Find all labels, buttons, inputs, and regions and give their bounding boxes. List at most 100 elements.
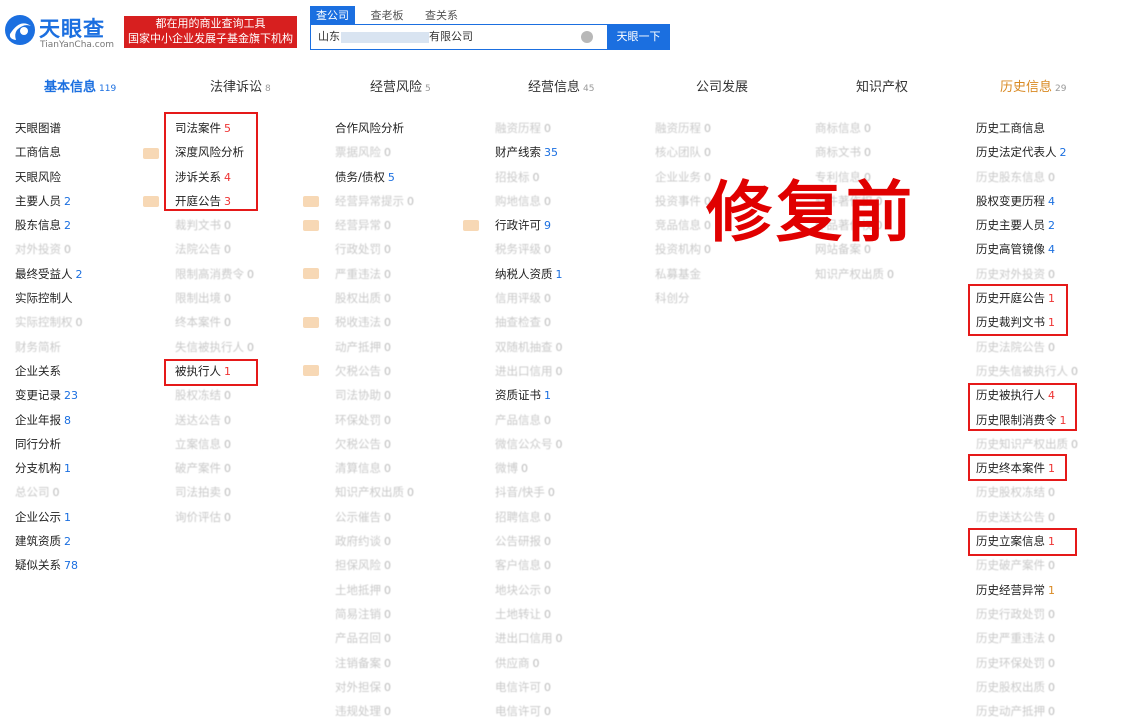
- tab-search-boss[interactable]: 查老板: [365, 6, 410, 24]
- new-tag-icon: [463, 220, 479, 231]
- menu-item-label: 股权出质: [335, 291, 381, 306]
- menu-item[interactable]: 实际控制人: [15, 290, 83, 314]
- tab-operating-risk[interactable]: 经营风险 5: [370, 76, 431, 95]
- menu-item-label: 历史股权出质: [976, 679, 1045, 694]
- search-input[interactable]: 山东 有限公司: [310, 24, 608, 50]
- menu-item-label: 司法拍卖: [175, 485, 221, 500]
- menu-item[interactable]: 历史法定代表人 2: [976, 144, 1078, 168]
- clear-search-icon[interactable]: [581, 31, 593, 43]
- menu-item[interactable]: 变更记录 23: [15, 387, 83, 411]
- menu-item-label: 清算信息: [335, 461, 381, 476]
- menu-item-count: 0: [544, 535, 551, 549]
- tab-label: 经营风险: [370, 80, 423, 95]
- menu-item-label: 限制高消费令: [175, 266, 244, 281]
- menu-item[interactable]: 疑似关系 78: [15, 557, 83, 581]
- menu-item-count: 1: [1048, 583, 1055, 597]
- menu-item-label: 总公司: [15, 485, 50, 500]
- menu-item-label: 询价评估: [175, 509, 221, 524]
- slogan-banner[interactable]: 都在用的商业查询工具 国家中小企业发展子基金旗下机构: [124, 16, 297, 48]
- section-nav: 基本信息 119 法律诉讼 8 经营风险 5 经营信息 45 公司发展 知识产权 历史信…: [0, 76, 1128, 100]
- menu-item: 财务简析: [15, 339, 83, 363]
- highlight-history-final: [968, 454, 1067, 481]
- menu-item-count: 0: [384, 316, 391, 330]
- menu-item-label: 工商信息: [15, 145, 61, 160]
- menu-item-count: 0: [544, 194, 551, 208]
- tab-label: 经营信息: [528, 80, 581, 95]
- new-tag-icon: [303, 317, 319, 328]
- menu-item-count: 0: [532, 170, 540, 184]
- site-logo[interactable]: 天眼查 TianYanCha.com: [4, 12, 120, 52]
- menu-item-label: 历史行政处罚: [976, 606, 1045, 621]
- redacted-company-name: [341, 32, 429, 43]
- menu-item[interactable]: 股权变更历程 4: [976, 193, 1078, 217]
- menu-item[interactable]: 分支机构 1: [15, 460, 83, 484]
- menu-item[interactable]: 历史主要人员 2: [976, 217, 1078, 241]
- menu-item-label: 股权冻结: [175, 388, 221, 403]
- menu-item[interactable]: 资质证书 1: [495, 387, 563, 411]
- menu-item-label: 产品召回: [335, 631, 381, 646]
- menu-item-label: 合作风险分析: [335, 121, 404, 135]
- menu-item: 历史股权出质 0: [976, 679, 1078, 703]
- tab-search-relation[interactable]: 查关系: [419, 6, 464, 24]
- tab-basic-info[interactable]: 基本信息 119: [44, 76, 116, 95]
- menu-item: 限制高消费令 0: [175, 266, 254, 290]
- menu-item-label: 历史经营异常: [976, 582, 1045, 597]
- menu-item-count: 0: [521, 462, 528, 476]
- menu-item: 招聘信息 0: [495, 509, 563, 533]
- menu-item-label: 行政处罚: [335, 242, 381, 257]
- tab-search-company[interactable]: 查公司: [310, 6, 355, 24]
- menu-item-label: 担保风险: [335, 558, 381, 573]
- logo-url: TianYanCha.com: [40, 40, 115, 50]
- menu-item-label: 招聘信息: [495, 509, 541, 524]
- menu-item-count: 2: [64, 219, 71, 233]
- menu-item[interactable]: 历史工商信息: [976, 120, 1078, 144]
- menu-item[interactable]: 最终受益人 2: [15, 266, 83, 290]
- menu-item-label: 历史主要人员: [976, 218, 1045, 233]
- menu-item-label: 融资历程: [495, 121, 541, 135]
- menu-item[interactable]: 合作风险分析: [335, 120, 414, 144]
- tab-count: 5: [425, 84, 431, 94]
- menu-item-label: 票据风险: [335, 145, 381, 160]
- menu-item[interactable]: 企业年报 8: [15, 412, 83, 436]
- menu-item[interactable]: 工商信息: [15, 144, 83, 168]
- menu-item-count: 0: [544, 316, 551, 330]
- menu-item-label: 政府约谈: [335, 534, 381, 549]
- menu-item-count: 0: [384, 535, 391, 549]
- menu-item[interactable]: 股东信息 2: [15, 217, 83, 241]
- menu-item[interactable]: 债务/债权 5: [335, 169, 414, 193]
- menu-item[interactable]: 同行分析: [15, 436, 83, 460]
- menu-item-label: 终本案件: [175, 315, 221, 330]
- menu-item[interactable]: 财产线索 35: [495, 144, 563, 168]
- menu-item[interactable]: 天眼图谱: [15, 120, 83, 144]
- menu-item-label: 变更记录: [15, 388, 61, 403]
- menu-item-label: 主要人员: [15, 193, 61, 208]
- tab-legal[interactable]: 法律诉讼 8: [210, 76, 271, 95]
- tab-development[interactable]: 公司发展: [696, 76, 748, 95]
- menu-item[interactable]: 行政许可 9: [495, 217, 563, 241]
- menu-item[interactable]: 企业关系: [15, 363, 83, 387]
- menu-item: 政府约谈 0: [335, 533, 414, 557]
- tab-ip[interactable]: 知识产权: [856, 76, 908, 95]
- menu-item: 历史股权冻结 0: [976, 484, 1078, 508]
- menu-item[interactable]: 企业公示 1: [15, 509, 83, 533]
- menu-item-count: 0: [224, 316, 231, 330]
- menu-item[interactable]: 主要人员 2: [15, 193, 83, 217]
- menu-item-count: 0: [224, 389, 231, 403]
- menu-item: 破产案件 0: [175, 460, 254, 484]
- slogan-line-1: 都在用的商业查询工具: [155, 17, 266, 30]
- highlight-executed-person: [164, 359, 258, 386]
- menu-item-count: 0: [544, 122, 551, 135]
- menu-item[interactable]: 建筑资质 2: [15, 533, 83, 557]
- menu-item[interactable]: 历史经营异常 1: [976, 582, 1078, 606]
- menu-item: 行政处罚 0: [335, 241, 414, 265]
- menu-item-label: 企业年报: [15, 412, 61, 427]
- menu-item[interactable]: 天眼风险: [15, 169, 83, 193]
- menu-item[interactable]: 纳税人资质 1: [495, 266, 563, 290]
- menu-item: 对外投资 0: [15, 241, 83, 265]
- tab-history[interactable]: 历史信息 29: [1000, 76, 1066, 95]
- menu-item[interactable]: 历史高管镜像 4: [976, 241, 1078, 265]
- tab-operating-info[interactable]: 经营信息 45: [528, 76, 594, 95]
- menu-item-label: 疑似关系: [15, 558, 61, 573]
- search-button[interactable]: 天眼一下: [607, 24, 670, 50]
- menu-item: 进出口信用 0: [495, 630, 563, 654]
